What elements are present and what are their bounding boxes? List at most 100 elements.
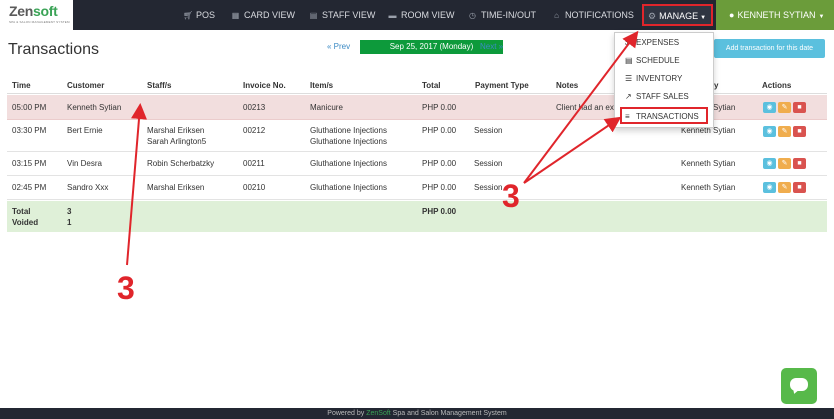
- nav-pos[interactable]: 🛒︎ POS: [183, 0, 215, 30]
- menu-item-schedule[interactable]: ▤ SCHEDULE: [625, 56, 680, 65]
- total-label: Total: [12, 207, 31, 216]
- calendar-icon: ▤: [309, 11, 318, 20]
- user-name: KENNETH SYTIAN: [737, 10, 816, 20]
- view-button[interactable]: ◉: [763, 102, 776, 113]
- cell-notes: Client had an ex: [556, 103, 614, 112]
- dollar-icon: $: [625, 38, 630, 47]
- caret-down-icon: ▼: [700, 15, 707, 21]
- view-button[interactable]: ◉: [763, 158, 776, 169]
- cell-invoice: 00212: [243, 126, 266, 135]
- menu-item-inventory[interactable]: ☰ INVENTORY: [625, 74, 682, 83]
- cell-payment-type: Session: [474, 183, 503, 192]
- cell-items: Gluthatione Injections: [310, 137, 387, 146]
- cell-invoice: 00210: [243, 183, 266, 192]
- row-actions: ◉ ✎ ■: [763, 158, 806, 169]
- footer-prefix: Powered by: [327, 410, 367, 417]
- cell-by: Kenneth Sytian: [681, 183, 736, 192]
- edit-button[interactable]: ✎: [778, 102, 791, 113]
- nav-time-in-out[interactable]: ◷ TIME-IN/OUT: [468, 0, 536, 30]
- caret-down-icon: ▼: [818, 14, 825, 20]
- pencil-icon: ✎: [781, 184, 788, 191]
- footer-brand-link[interactable]: ZenSoft: [366, 410, 391, 417]
- add-transaction-button[interactable]: Add transaction for this date: [714, 39, 825, 58]
- top-navbar: Zensoft SPA & SALON MANAGEMENT SYSTEM 🛒︎…: [0, 0, 834, 30]
- eye-icon: ◉: [766, 128, 773, 135]
- bed-icon: ▬: [388, 11, 397, 20]
- cell-customer: Sandro Xxx: [67, 183, 109, 192]
- logo-tagline: SPA & SALON MANAGEMENT SYSTEM: [9, 20, 70, 24]
- delete-button[interactable]: ■: [793, 126, 806, 137]
- footer: Powered by ZenSoft Spa and Salon Managem…: [0, 408, 834, 419]
- cell-customer: Bert Ernie: [67, 126, 103, 135]
- menu-item-label: STAFF SALES: [636, 92, 689, 101]
- delete-button[interactable]: ■: [793, 158, 806, 169]
- menu-item-staff-sales[interactable]: ↗ STAFF SALES: [625, 92, 689, 101]
- cell-items: Gluthatione Injections: [310, 183, 387, 192]
- pencil-icon: ✎: [781, 128, 788, 135]
- nav-card-view[interactable]: ▦ CARD VIEW: [231, 0, 295, 30]
- cell-payment-type: Session: [474, 126, 503, 135]
- menu-item-expenses[interactable]: $ EXPENSES: [625, 38, 679, 47]
- nav-room-view[interactable]: ▬ ROOM VIEW: [388, 0, 455, 30]
- cell-items: Manicure: [310, 103, 343, 112]
- eye-icon: ◉: [766, 184, 773, 191]
- nav-notifications[interactable]: ⌂ NOTIFICATIONS: [552, 0, 634, 30]
- delete-button[interactable]: ■: [793, 102, 806, 113]
- logo-text: Zen: [9, 3, 33, 19]
- column-header-notes: Notes: [556, 81, 579, 90]
- clock-icon: ◷: [469, 11, 476, 20]
- cell-time: 03:15 PM: [12, 159, 47, 168]
- edit-button[interactable]: ✎: [778, 158, 791, 169]
- column-header-staff: Staff/s: [147, 81, 172, 90]
- column-header-items: Item/s: [310, 81, 334, 90]
- transactions-highlight-box: [620, 107, 708, 124]
- cell-items: Gluthatione Injections: [310, 126, 387, 135]
- user-menu[interactable]: ● KENNETH SYTIAN ▼: [716, 0, 834, 30]
- total-amount: PHP 0.00: [422, 207, 457, 216]
- view-button[interactable]: ◉: [763, 182, 776, 193]
- cell-customer: Vin Desra: [67, 159, 102, 168]
- nav-card-view-label: CARD VIEW: [244, 10, 296, 20]
- menu-item-label: EXPENSES: [636, 38, 680, 47]
- trash-icon: ■: [797, 160, 802, 167]
- cart-icon: 🛒︎: [183, 11, 194, 20]
- cell-customer: Kenneth Sytian: [67, 103, 122, 112]
- column-header-payment-type: Payment Type: [475, 81, 529, 90]
- gear-icon: ⚙: [648, 11, 657, 21]
- trash-icon: ■: [797, 184, 802, 191]
- nav-staff-view[interactable]: ▤ STAFF VIEW: [309, 0, 376, 30]
- grid-icon: ▦: [231, 11, 240, 20]
- cell-total: PHP 0.00: [422, 183, 457, 192]
- next-date-link[interactable]: Next »: [480, 42, 503, 51]
- prev-date-link[interactable]: « Prev: [327, 42, 350, 51]
- nav-manage-dropdown[interactable]: ⚙ MANAGE ▼: [642, 4, 713, 26]
- footer-suffix: Spa and Salon Management System: [390, 410, 507, 417]
- pencil-icon: ✎: [781, 160, 788, 167]
- cell-payment-type: Session: [474, 159, 503, 168]
- edit-button[interactable]: ✎: [778, 182, 791, 193]
- calendar-icon: ▤: [625, 56, 633, 65]
- row-actions: ◉ ✎ ■: [763, 126, 806, 137]
- cell-invoice: 00213: [243, 103, 266, 112]
- delete-button[interactable]: ■: [793, 182, 806, 193]
- user-icon: ●: [729, 10, 735, 20]
- column-header-actions: Actions: [762, 81, 792, 90]
- trash-icon: ■: [797, 104, 802, 111]
- logo-accent-text: soft: [33, 3, 58, 19]
- voided-label: Voided: [12, 218, 39, 227]
- cell-total: PHP 0.00: [422, 126, 457, 135]
- row-actions: ◉ ✎ ■: [763, 182, 806, 193]
- annotation-number-left: 3: [117, 270, 135, 306]
- chat-button[interactable]: [781, 368, 817, 404]
- pencil-icon: ✎: [781, 104, 788, 111]
- eye-icon: ◉: [766, 160, 773, 167]
- cell-time: 02:45 PM: [12, 183, 47, 192]
- column-header-invoice: Invoice No.: [243, 81, 286, 90]
- cell-total: PHP 0.00: [422, 103, 457, 112]
- zensoft-logo[interactable]: Zensoft SPA & SALON MANAGEMENT SYSTEM: [0, 0, 73, 30]
- edit-button[interactable]: ✎: [778, 126, 791, 137]
- table-row: 02:45 PM Sandro Xxx Marshal Eriksen 0021…: [7, 177, 827, 200]
- trash-icon: ■: [797, 128, 802, 135]
- view-button[interactable]: ◉: [763, 126, 776, 137]
- cell-by: Kenneth Sytian: [681, 159, 736, 168]
